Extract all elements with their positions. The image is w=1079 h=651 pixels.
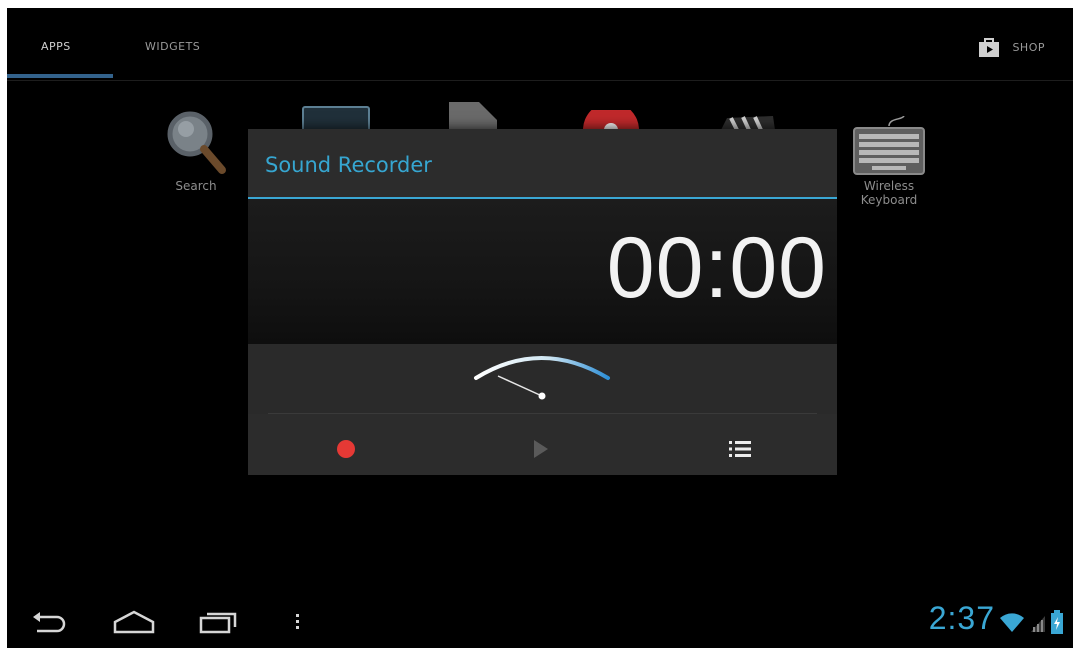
sim-card-icon	[449, 102, 497, 130]
play-icon	[534, 440, 548, 458]
status-clock[interactable]: 2:37	[929, 600, 995, 637]
status-icons[interactable]	[999, 610, 1063, 634]
app-label-wireless-keyboard: Wireless Keyboard	[860, 179, 918, 207]
battery-icon	[1051, 610, 1063, 634]
recordings-list-button[interactable]	[720, 429, 760, 469]
sound-recorder-dialog: Sound Recorder 00:00	[248, 129, 837, 475]
back-icon	[33, 612, 66, 633]
app-search[interactable]: Search	[162, 108, 230, 193]
menu-button[interactable]	[292, 608, 304, 642]
shopping-bag-icon	[979, 38, 1000, 57]
play-button[interactable]	[521, 429, 561, 469]
shop-button[interactable]: SHOP	[978, 36, 1045, 58]
magnifier-icon	[167, 111, 226, 174]
recent-apps-button[interactable]	[197, 608, 239, 642]
system-bar: 2:37	[7, 600, 1073, 648]
shop-label: SHOP	[1012, 40, 1045, 54]
controls-divider	[268, 413, 817, 414]
tab-widgets[interactable]: WIDGETS	[145, 40, 200, 53]
music-icon	[583, 110, 639, 130]
record-button[interactable]	[326, 429, 366, 469]
app-label-search: Search	[175, 179, 217, 193]
keyboard-icon	[853, 115, 925, 175]
wifi-icon	[1000, 613, 1024, 632]
recording-timer: 00:00	[606, 220, 827, 316]
clapperboard-icon	[721, 116, 775, 130]
active-tab-indicator	[7, 74, 113, 78]
list-icon	[729, 441, 751, 457]
record-icon	[337, 440, 355, 458]
overflow-menu-icon	[296, 614, 299, 629]
tablet-screen: APPS WIDGETS SHOP Search Wireless Keyboa…	[7, 8, 1073, 648]
app-wireless-keyboard[interactable]: Wireless Keyboard	[845, 115, 933, 207]
tab-apps[interactable]: APPS	[41, 40, 71, 53]
home-button[interactable]	[111, 608, 157, 642]
level-meter-panel	[248, 344, 837, 414]
home-icon	[113, 610, 155, 634]
back-button[interactable]	[29, 608, 69, 642]
launcher-tab-bar: APPS WIDGETS SHOP	[7, 8, 1073, 81]
vu-meter-icon	[474, 356, 610, 400]
timer-panel: 00:00	[248, 199, 837, 344]
dialog-title: Sound Recorder	[265, 153, 432, 177]
recent-apps-icon	[199, 612, 237, 634]
gallery-icon	[302, 106, 370, 130]
signal-icon	[1031, 616, 1045, 632]
